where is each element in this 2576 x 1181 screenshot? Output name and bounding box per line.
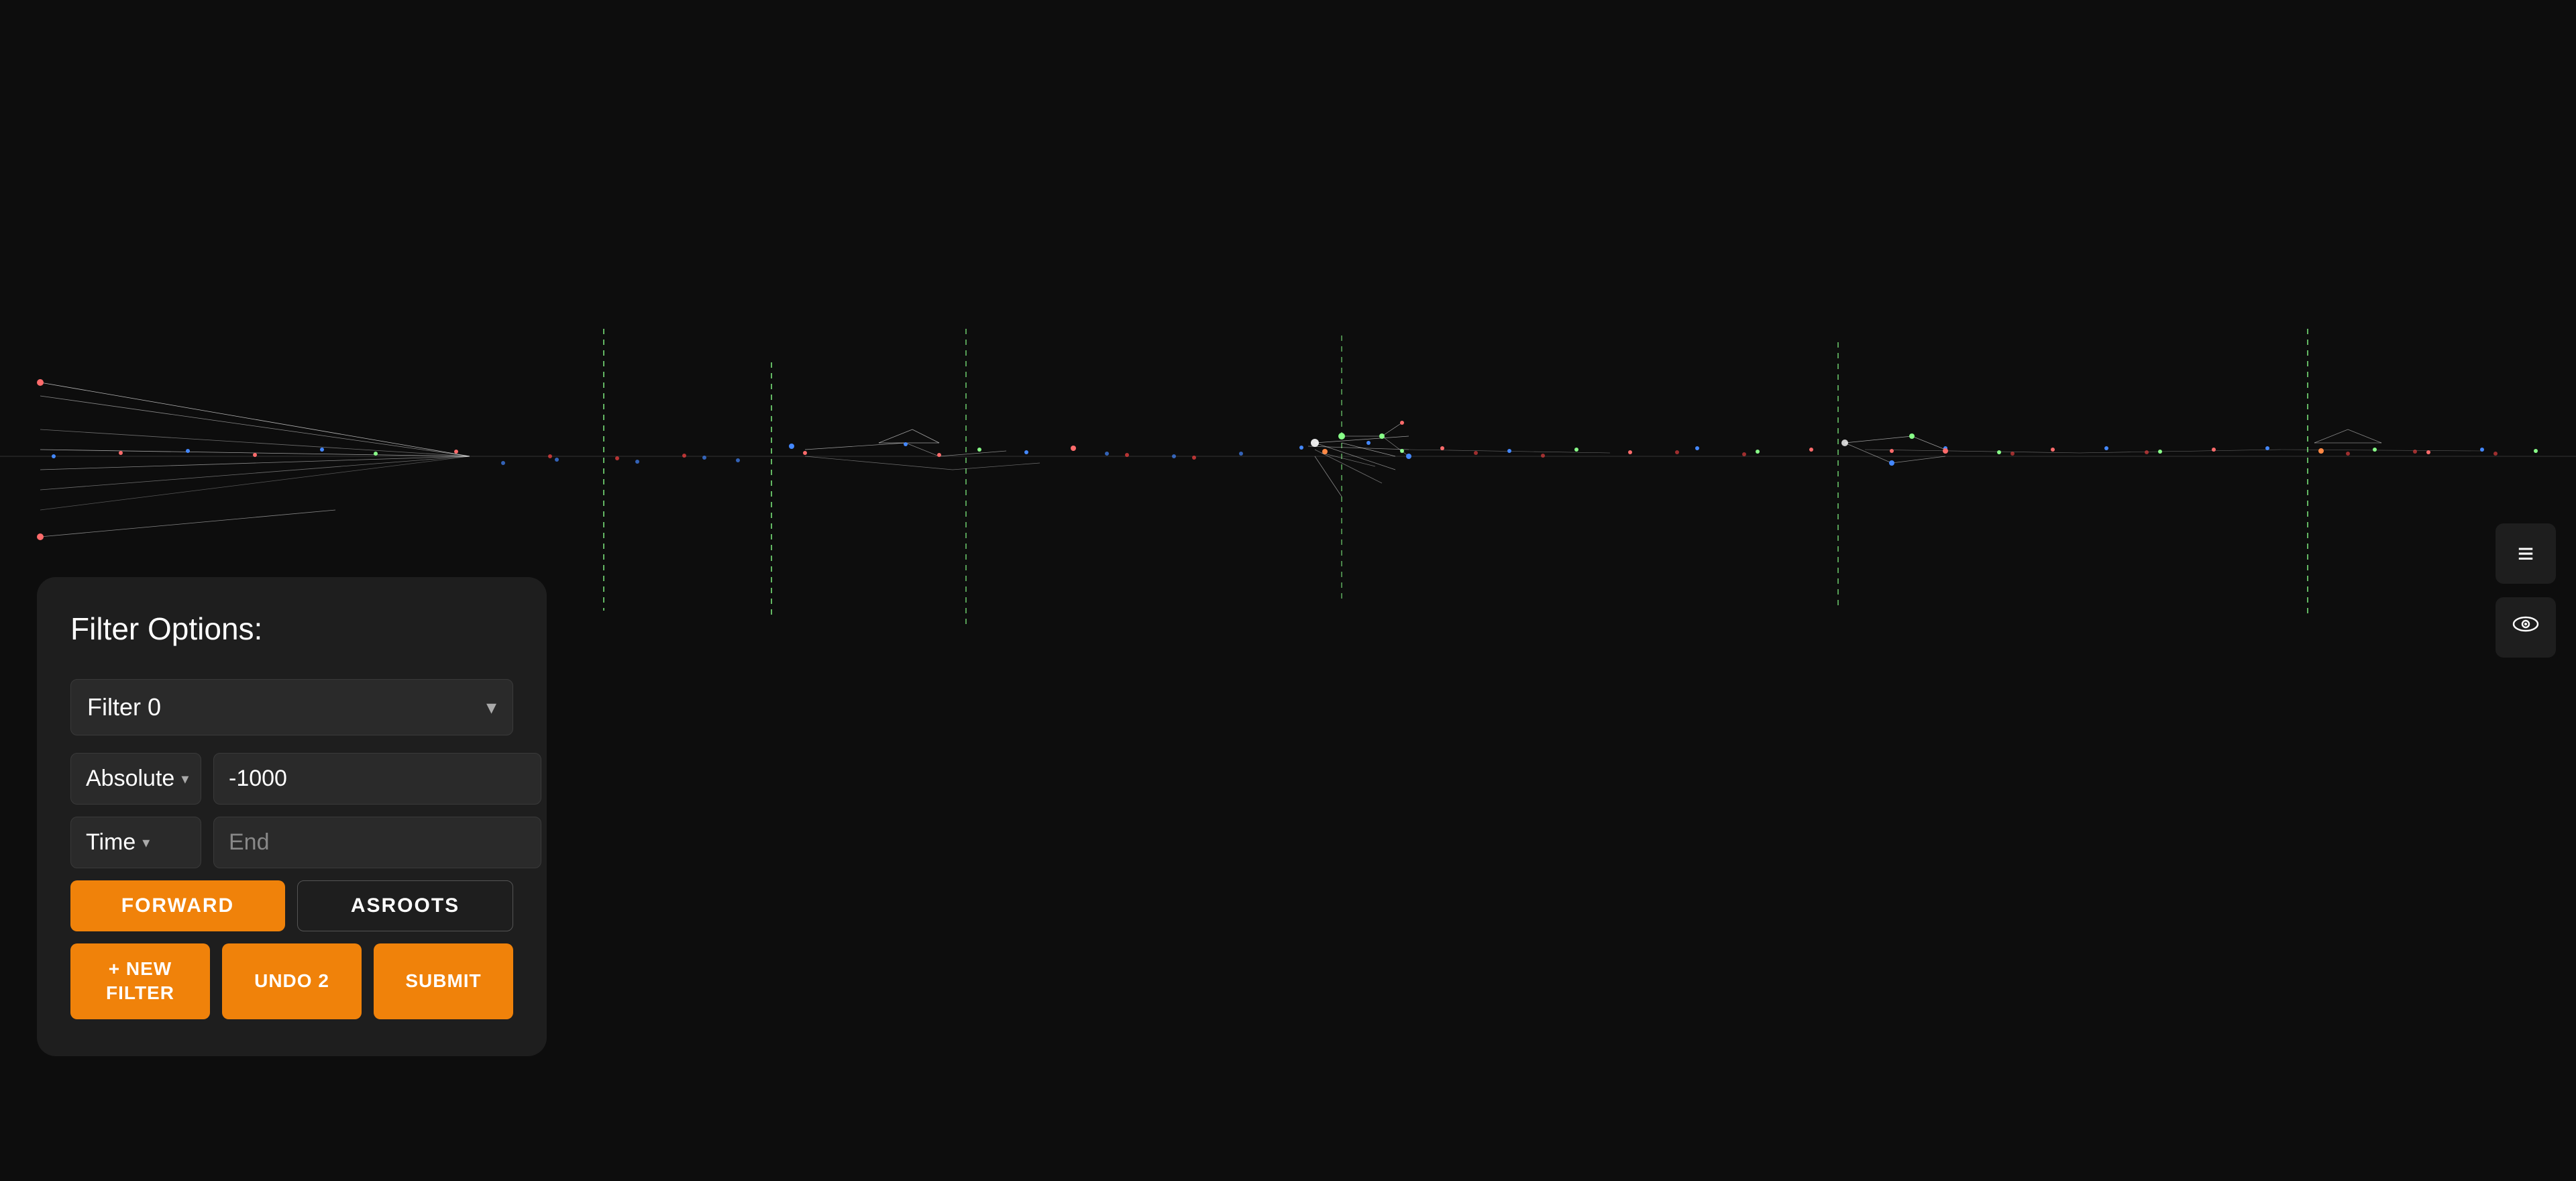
absolute-arrow-icon: ▾ — [181, 770, 189, 788]
left-cluster — [37, 379, 470, 540]
absolute-label: Absolute — [86, 766, 174, 792]
filter-dropdown[interactable]: Filter 0 ▾ — [70, 679, 513, 735]
eye-icon — [2510, 608, 2542, 647]
new-filter-button[interactable]: + NEW FILTER — [70, 943, 210, 1019]
time-arrow-icon: ▾ — [142, 834, 150, 852]
menu-icon: ≡ — [2518, 537, 2534, 570]
filter-panel-title: Filter Options: — [70, 611, 513, 647]
absolute-type-button[interactable]: Absolute ▾ — [70, 753, 201, 805]
filter-dropdown-row: Filter 0 ▾ — [70, 679, 513, 735]
forward-button[interactable]: FORWARD — [70, 880, 285, 931]
time-value-input[interactable] — [213, 817, 541, 868]
filter-dropdown-label: Filter 0 — [87, 693, 161, 721]
time-label: Time — [86, 829, 136, 856]
bottom-row: + NEW FILTER UNDO 2 SUBMIT — [70, 943, 513, 1019]
menu-button[interactable]: ≡ — [2496, 523, 2556, 584]
submit-button[interactable]: SUBMIT — [374, 943, 513, 1019]
right-icon-panel: ≡ — [2496, 523, 2556, 658]
time-filter-row: Time ▾ — [70, 817, 513, 868]
absolute-filter-row: Absolute ▾ — [70, 753, 513, 805]
eye-button[interactable] — [2496, 597, 2556, 658]
time-type-button[interactable]: Time ▾ — [70, 817, 201, 868]
absolute-value-input[interactable] — [213, 753, 541, 805]
asroots-button[interactable]: ASROOTS — [297, 880, 513, 931]
undo-button[interactable]: UNDO 2 — [222, 943, 362, 1019]
far-right-cluster — [501, 421, 2538, 497]
middle-cluster — [789, 429, 1076, 470]
chevron-down-icon: ▾ — [486, 696, 496, 719]
action-row: FORWARD ASROOTS — [70, 880, 513, 931]
vertical-dotted-lines — [604, 329, 2308, 624]
filter-panel: Filter Options: Filter 0 ▾ Absolute ▾ Ti… — [37, 577, 547, 1056]
right-cluster — [1299, 433, 1813, 466]
